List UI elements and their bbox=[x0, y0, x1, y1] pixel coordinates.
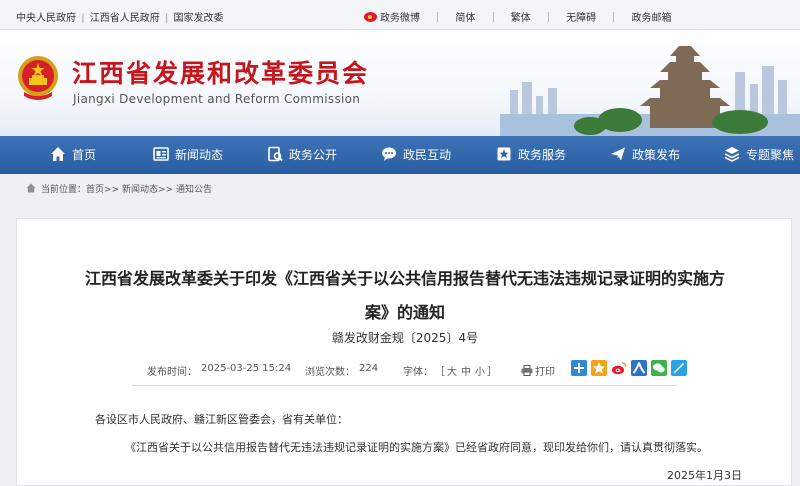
main-navigation: 首页 新闻动态 政务公开 政民互动 政务服务 政策发布 专题聚焦 bbox=[0, 136, 800, 174]
nav-news-label: 新闻动态 bbox=[175, 148, 224, 162]
traditional-chinese-link[interactable]: 繁体 bbox=[511, 13, 531, 24]
news-icon bbox=[153, 147, 169, 161]
gov-links: 中央人民政府 | 江西省人民政府 | 国家发改委 bbox=[16, 9, 224, 24]
breadcrumb-notices[interactable]: 通知公告 bbox=[176, 185, 212, 195]
service-icon bbox=[497, 147, 511, 161]
font-small-button[interactable]: 小 bbox=[475, 363, 485, 378]
breadcrumb-prefix: 当前位置： bbox=[41, 185, 87, 195]
gov-weibo-label: 政务微博 bbox=[380, 13, 420, 24]
tengwang-pavilion-scenery bbox=[500, 46, 800, 136]
publish-time: 2025-03-25 15:24 bbox=[201, 363, 292, 374]
topic-icon bbox=[724, 147, 740, 162]
qzone-icon[interactable] bbox=[591, 360, 607, 376]
site-header: 江西省发展和改革委员会 Jiangxi Development and Refo… bbox=[0, 30, 800, 136]
gov-email-link[interactable]: 政务邮箱 bbox=[632, 13, 672, 24]
national-emblem-icon bbox=[18, 56, 58, 100]
salutation: 各设区市人民政府、赣江新区管委会，省有关单位： bbox=[95, 413, 348, 426]
document-number: 赣发改财金规〔2025〕4号 bbox=[331, 331, 479, 345]
article-title-line2: 案》的通知 bbox=[364, 303, 445, 322]
breadcrumb: 当前位置：首页>> 新闻动态>> 通知公告 bbox=[26, 182, 212, 195]
print-label: 打印 bbox=[535, 367, 555, 378]
douban-icon[interactable] bbox=[671, 360, 687, 376]
site-title: 江西省发展和改革委员会 bbox=[72, 59, 370, 88]
chat-icon bbox=[382, 147, 396, 161]
weibo-icon[interactable] bbox=[611, 360, 627, 376]
link-separator: | bbox=[81, 13, 85, 24]
tool-divider bbox=[547, 12, 549, 22]
meta-divider bbox=[132, 385, 677, 386]
link-central-gov[interactable]: 中央人民政府 bbox=[16, 13, 76, 24]
accessibility-link[interactable]: 无障碍 bbox=[566, 13, 596, 24]
print-button[interactable]: 打印 bbox=[521, 363, 555, 378]
font-bracket-open: ［ bbox=[435, 367, 445, 378]
publish-label: 发布时间： bbox=[147, 367, 197, 378]
breadcrumb-home[interactable]: 首页 bbox=[86, 185, 104, 195]
link-separator: | bbox=[164, 13, 169, 24]
nav-interaction[interactable]: 政民互动 bbox=[381, 136, 451, 174]
nav-open-gov[interactable]: 政务公开 bbox=[267, 136, 337, 174]
wechat-icon[interactable] bbox=[651, 360, 667, 376]
nav-topics[interactable]: 专题聚焦 bbox=[724, 136, 794, 174]
nav-policy-label: 政策发布 bbox=[632, 148, 681, 162]
nav-open-gov-label: 政务公开 bbox=[289, 148, 338, 162]
nav-service-label: 政务服务 bbox=[518, 148, 567, 162]
open-gov-icon bbox=[268, 146, 283, 162]
font-medium-button[interactable]: 中 bbox=[461, 363, 471, 378]
gov-weibo-link[interactable]: 政务微博 bbox=[364, 12, 420, 24]
nav-interaction-label: 政民互动 bbox=[403, 148, 452, 162]
nav-home[interactable]: 首页 bbox=[50, 136, 96, 174]
site-subtitle: Jiangxi Development and Reform Commissio… bbox=[73, 92, 361, 106]
article-title-line1: 江西省发展改革委关于印发《江西省关于以公共信用报告替代无违法违规记录证明的实施方 bbox=[84, 269, 725, 288]
nav-topics-label: 专题聚焦 bbox=[746, 148, 795, 162]
weibo-icon bbox=[364, 12, 377, 22]
tool-divider bbox=[492, 12, 494, 22]
nav-policy[interactable]: 政策发布 bbox=[610, 136, 680, 174]
article-date: 2025年1月3日 bbox=[667, 469, 742, 482]
top-tools: 政务微博 简体 繁体 无障碍 政务邮箱 bbox=[364, 9, 672, 24]
tool-divider bbox=[613, 12, 615, 22]
top-utility-bar: 中央人民政府 | 江西省人民政府 | 国家发改委 政务微博 简体 繁体 无障碍 … bbox=[0, 0, 800, 30]
renren-icon[interactable] bbox=[631, 360, 647, 376]
home-icon bbox=[51, 147, 65, 161]
simplified-chinese-link[interactable]: 简体 bbox=[455, 13, 475, 24]
link-ndrc[interactable]: 国家发改委 bbox=[174, 13, 224, 24]
article-body: 《江西省关于以公共信用报告替代无违法违规记录证明的实施方案》已经省政府同意，现印… bbox=[125, 441, 708, 454]
printer-icon bbox=[521, 365, 533, 376]
location-home-icon bbox=[26, 183, 36, 193]
breadcrumb-news[interactable]: 新闻动态 bbox=[122, 185, 158, 195]
share-toolbar bbox=[571, 360, 691, 379]
share-plus-icon[interactable] bbox=[571, 360, 587, 376]
font-size-label: 字体： bbox=[403, 367, 433, 378]
article-panel: 江西省发展改革委关于印发《江西省关于以公共信用报告替代无违法违规记录证明的实施方… bbox=[16, 218, 792, 486]
font-bracket-close: ］ bbox=[487, 367, 497, 378]
send-icon bbox=[611, 147, 625, 161]
breadcrumb-separator: >> bbox=[158, 185, 174, 195]
nav-home-label: 首页 bbox=[72, 148, 97, 162]
views-label: 浏览次数： bbox=[305, 367, 355, 378]
breadcrumb-separator: >> bbox=[104, 185, 120, 195]
nav-news[interactable]: 新闻动态 bbox=[153, 136, 223, 174]
views-count: 224 bbox=[359, 363, 379, 374]
tool-divider bbox=[437, 12, 439, 22]
nav-service[interactable]: 政务服务 bbox=[496, 136, 566, 174]
font-large-button[interactable]: 大 bbox=[447, 363, 457, 378]
link-jiangxi-gov[interactable]: 江西省人民政府 bbox=[90, 13, 160, 24]
